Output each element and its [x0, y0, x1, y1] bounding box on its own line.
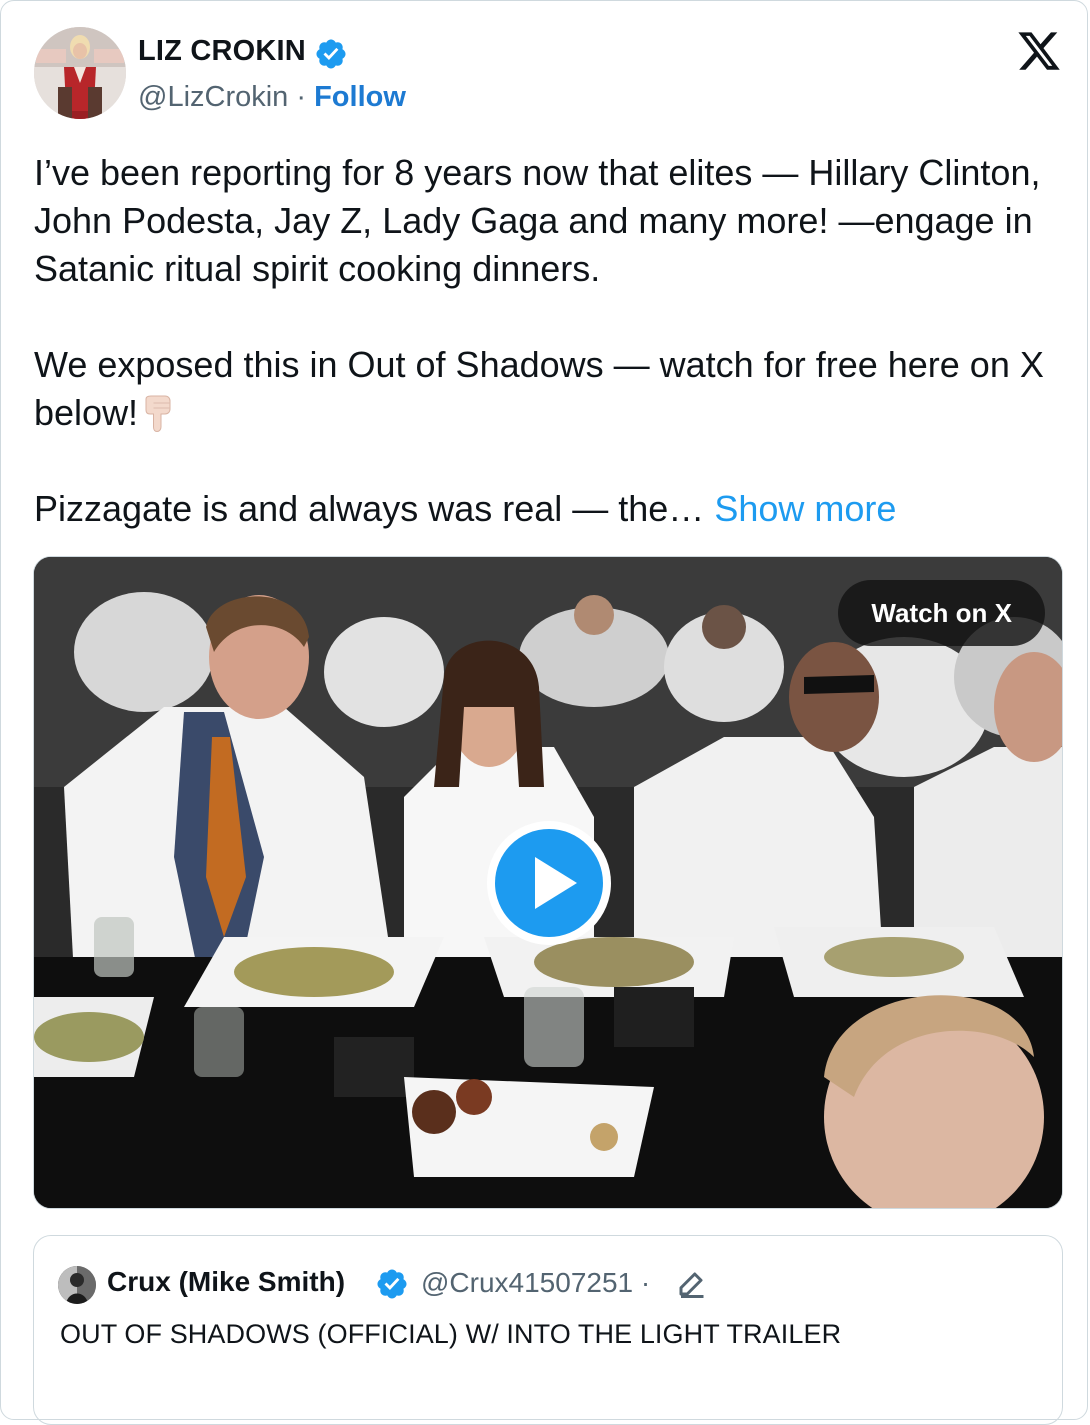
- quoted-author-name[interactable]: Crux (Mike Smith): [107, 1266, 345, 1298]
- show-more-link[interactable]: Show more: [714, 488, 896, 529]
- tweet-paragraph-1: I’ve been reporting for 8 years now that…: [34, 152, 1041, 289]
- tweet-paragraph-3-text: Pizzagate is and always was real — the…: [34, 488, 705, 529]
- video-player[interactable]: Watch on X: [33, 556, 1063, 1209]
- x-logo-icon[interactable]: [1015, 28, 1063, 74]
- quoted-profile-photo: [58, 1266, 96, 1304]
- quoted-separator: ·: [633, 1267, 651, 1298]
- author-handle-row: @LizCrokin · Follow: [138, 81, 406, 114]
- quoted-author-avatar[interactable]: [58, 1266, 96, 1304]
- quoted-handle-row: @Crux41507251 ·: [421, 1267, 650, 1299]
- verified-badge-icon: [316, 39, 346, 69]
- watch-on-x-button[interactable]: Watch on X: [838, 580, 1045, 646]
- tweet-paragraph-2-text: We exposed this in Out of Shadows — watc…: [34, 344, 1044, 433]
- backhand-index-pointing-down-icon: [145, 395, 171, 433]
- play-icon[interactable]: [483, 817, 615, 949]
- tweet-paragraph-2: We exposed this in Out of Shadows — watc…: [34, 341, 1054, 437]
- follow-button[interactable]: Follow: [314, 81, 406, 113]
- tweet-text: I’ve been reporting for 8 years now that…: [34, 149, 1054, 533]
- author-handle[interactable]: @LizCrokin: [138, 81, 288, 113]
- quoted-verified-badge-icon: [377, 1269, 407, 1299]
- quoted-author-handle[interactable]: @Crux41507251: [421, 1267, 633, 1298]
- quoted-tweet[interactable]: Crux (Mike Smith) @Crux41507251 · OUT OF…: [33, 1235, 1063, 1425]
- tweet-paragraph-3: Pizzagate is and always was real — the… …: [34, 485, 1054, 533]
- edited-pencil-icon: [679, 1272, 704, 1298]
- profile-photo: [34, 27, 126, 119]
- quoted-tweet-text: OUT OF SHADOWS (OFFICIAL) W/ INTO THE LI…: [60, 1319, 842, 1349]
- author-name[interactable]: LIZ CROKIN: [138, 35, 306, 68]
- author-avatar[interactable]: [34, 27, 126, 119]
- tweet-card: LIZ CROKIN @LizCrokin · Follow I’ve been…: [0, 0, 1088, 1425]
- handle-separator: ·: [288, 81, 315, 113]
